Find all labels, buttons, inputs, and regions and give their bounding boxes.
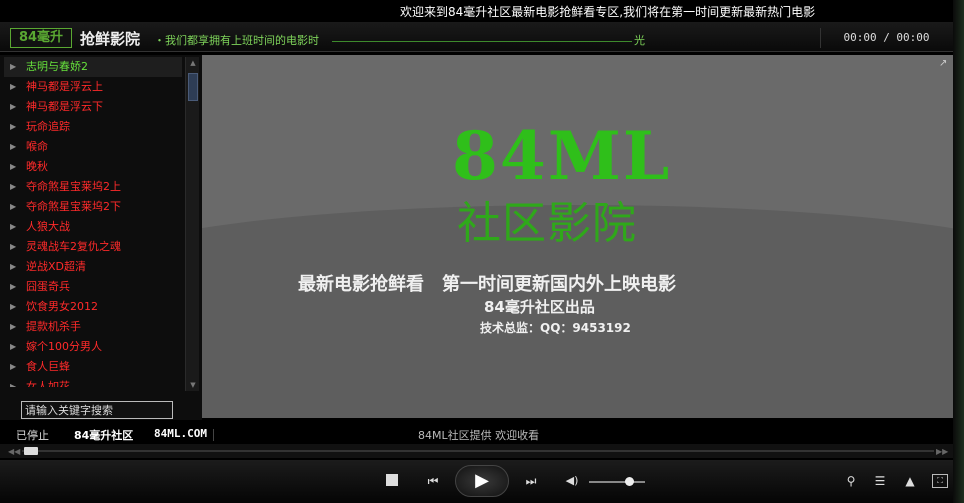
playlist-item-label: 逆战XD超清 <box>26 260 87 273</box>
seek-thumb[interactable] <box>24 447 38 455</box>
shirt-icon[interactable]: ▲ <box>902 473 918 489</box>
window-edge <box>953 0 964 503</box>
playlist-panel: ▶ 志明与春娇2 ▶ 神马都是浮云上 ▶ 神马都是浮云下 ▶ 玩命追踪 ▶ 喉命 ▶ 晚秋 ▶ 夺命煞星宝… <box>0 55 202 420</box>
play-arrow-icon: ▶ <box>10 122 17 131</box>
playlist-item[interactable]: ▶ 囧蛋奇兵 <box>4 277 182 297</box>
playlist-item[interactable]: ▶ 夺命煞星宝莱坞2上 <box>4 177 182 197</box>
playlist-item-label: 喉命 <box>26 140 48 153</box>
playlist-item[interactable]: ▶ 神马都是浮云下 <box>4 97 182 117</box>
playlist-item-label: 嫁个100分男人 <box>26 340 102 353</box>
play-arrow-icon: ▶ <box>10 302 17 311</box>
playlist-item-label: 晚秋 <box>26 160 48 173</box>
previous-icon[interactable]: ⏮ <box>426 473 440 488</box>
video-tagline: 最新电影抢鲜看 第一时间更新国内外上映电影 <box>298 274 676 295</box>
window-title: 欢迎来到84毫升社区最新电影抢鲜看专区,我们将在第一时间更新最新热门电影 <box>400 5 816 19</box>
seek-track[interactable] <box>22 450 934 452</box>
play-arrow-icon: ▶ <box>10 342 17 351</box>
playlist-item[interactable]: ▶ 饮食男女2012 <box>4 297 182 317</box>
play-arrow-icon: ▶ <box>10 222 17 231</box>
volume-thumb[interactable] <box>625 477 635 486</box>
playlist-item-label: 神马都是浮云下 <box>26 100 103 113</box>
brand-name: 抢鲜影院 <box>80 30 141 48</box>
playlist-item-label: 神马都是浮云上 <box>26 80 103 93</box>
control-bar: ⏮ ▶ ⏭ ◀) ⚲ ☰ ▲ ⛶ <box>0 460 953 503</box>
playlist-item[interactable]: ▶ 嫁个100分男人 <box>4 337 182 357</box>
volume-track[interactable] <box>589 481 645 483</box>
video-contact: 技术总监：QQ：9453192 <box>480 321 631 335</box>
seek-forward-icon[interactable]: ▶▶ <box>936 447 948 456</box>
playlist-item-label: 囧蛋奇兵 <box>26 280 70 293</box>
playlist-item[interactable]: ▶ 提款机杀手 <box>4 317 182 337</box>
volume-icon[interactable]: ◀) <box>564 473 580 487</box>
scroll-up-icon[interactable]: ▲ <box>186 57 200 69</box>
status-message: 84ML社区提供 欢迎收看 <box>418 429 540 442</box>
time-display: 00:00 / 00:00 <box>820 28 952 48</box>
video-logo-sub: 社区影院 <box>457 198 637 249</box>
playlist-item[interactable]: ▶ 逆战XD超清 <box>4 257 182 277</box>
playlist-item[interactable]: ▶ 喉命 <box>4 137 182 157</box>
seek-back-icon[interactable]: ◀◀ <box>8 447 20 456</box>
playlist: ▶ 志明与春娇2 ▶ 神马都是浮云上 ▶ 神马都是浮云下 ▶ 玩命追踪 ▶ 喉命 ▶ 晚秋 ▶ 夺命煞星宝… <box>4 57 182 387</box>
status-bar: 已停止 84毫升社区 84ML.COM 84ML社区提供 欢迎收看 <box>0 425 953 443</box>
play-icon[interactable]: ▶ <box>455 465 509 497</box>
playback-state: 已停止 <box>16 429 49 442</box>
playlist-item[interactable]: ▶ 灵魂战车2复仇之魂 <box>4 237 182 257</box>
video-area[interactable]: ↗ 84ML 社区影院 最新电影抢鲜看 第一时间更新国内外上映电影 84毫升社区… <box>202 55 953 418</box>
stop-icon[interactable] <box>386 474 398 486</box>
playlist-item-label: 食人巨蜂 <box>26 360 70 373</box>
play-arrow-icon: ▶ <box>10 182 17 191</box>
site-logo: 84毫升 <box>10 28 72 48</box>
next-icon[interactable]: ⏭ <box>524 473 538 488</box>
play-arrow-icon: ▶ <box>10 102 17 111</box>
playlist-item-label: 灵魂战车2复仇之魂 <box>26 240 121 253</box>
playlist-item-label: 女人如花 <box>26 380 70 387</box>
play-arrow-icon: ▶ <box>10 162 17 171</box>
playlist-item-label: 志明与春娇2 <box>26 60 88 73</box>
playlist-icon[interactable]: ☰ <box>872 473 888 489</box>
play-arrow-icon: ▶ <box>10 282 17 291</box>
playlist-item-label: 饮食男女2012 <box>26 300 98 313</box>
playlist-item[interactable]: ▶ 女人如花 <box>4 377 182 387</box>
play-arrow-icon: ▶ <box>10 202 17 211</box>
playlist-item[interactable]: ▶ 夺命煞星宝莱坞2下 <box>4 197 182 217</box>
slogan-divider <box>332 41 632 42</box>
scroll-down-icon[interactable]: ▼ <box>186 379 200 391</box>
play-arrow-icon: ▶ <box>10 362 17 371</box>
playlist-item-label: 人狼大战 <box>26 220 70 233</box>
play-arrow-icon: ▶ <box>10 382 17 387</box>
play-arrow-icon: ▶ <box>10 142 17 151</box>
play-arrow-icon: ▶ <box>10 242 17 251</box>
status-divider <box>213 429 214 441</box>
status-site-url: 84ML.COM <box>154 427 207 440</box>
playlist-item[interactable]: ▶ 神马都是浮云上 <box>4 77 182 97</box>
seek-bar[interactable]: ◀◀ ▶▶ <box>0 444 953 458</box>
slogan-end: 光 <box>634 34 645 47</box>
play-arrow-icon: ▶ <box>10 322 17 331</box>
play-arrow-icon: ▶ <box>10 62 17 71</box>
play-arrow-icon: ▶ <box>10 82 17 91</box>
playlist-item[interactable]: ▶ 人狼大战 <box>4 217 182 237</box>
title-bar: 欢迎来到84毫升社区最新电影抢鲜看专区,我们将在第一时间更新最新热门电影 <box>0 0 964 22</box>
playlist-item[interactable]: ▶ 志明与春娇2 <box>4 57 182 77</box>
playlist-item[interactable]: ▶ 晚秋 <box>4 157 182 177</box>
video-producer: 84毫升社区出品 <box>484 298 595 316</box>
play-arrow-icon: ▶ <box>10 262 17 271</box>
expand-icon[interactable]: ↗ <box>939 59 949 69</box>
playlist-item[interactable]: ▶ 食人巨蜂 <box>4 357 182 377</box>
microphone-icon[interactable]: ⚲ <box>844 473 858 489</box>
playlist-item[interactable]: ▶ 玩命追踪 <box>4 117 182 137</box>
video-logo-main: 84ML <box>452 117 672 195</box>
playlist-item-label: 夺命煞星宝莱坞2上 <box>26 180 121 193</box>
scroll-thumb[interactable] <box>188 73 198 101</box>
playlist-item-label: 玩命追踪 <box>26 120 70 133</box>
playlist-item-label: 提款机杀手 <box>26 320 81 333</box>
slogan: ・我们都享拥有上班时间的电影时 <box>154 34 319 47</box>
playlist-item-label: 夺命煞星宝莱坞2下 <box>26 200 121 213</box>
search-input[interactable] <box>21 401 173 419</box>
status-site-name: 84毫升社区 <box>74 429 134 442</box>
playlist-scrollbar[interactable]: ▲ ▼ <box>185 57 199 391</box>
fullscreen-icon[interactable]: ⛶ <box>932 474 948 488</box>
